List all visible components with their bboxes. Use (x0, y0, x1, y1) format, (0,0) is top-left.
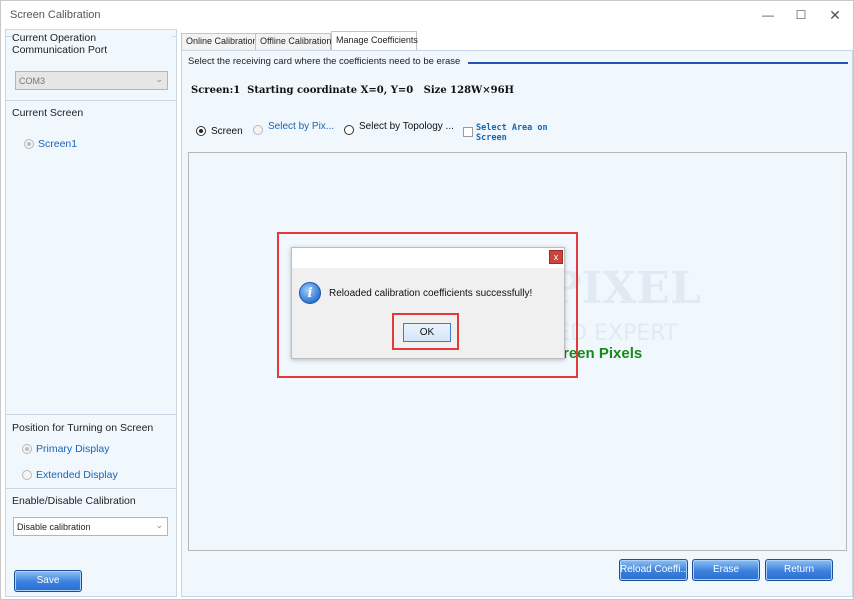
screen-option-label[interactable]: Screen (211, 126, 243, 137)
tab-online-calibration[interactable]: Online Calibration (181, 33, 258, 50)
chevron-down-icon: ⌄ (155, 74, 163, 84)
divider (6, 414, 176, 415)
position-label: Position for Turning on Screen (12, 422, 157, 434)
divider (6, 488, 176, 489)
screen-info: Screen:1 Starting coordinate X=0, Y=0 Si… (191, 85, 515, 96)
screen1-radio[interactable] (24, 139, 34, 149)
title-bar: Screen Calibration — ☐ ✕ (1, 1, 853, 29)
comm-port-label: Current Operation Communication Port (12, 32, 172, 56)
primary-display-label[interactable]: Primary Display (36, 443, 110, 455)
dialog-title-bar: x (292, 248, 564, 268)
info-icon: i (299, 282, 321, 304)
left-panel: Current Operation Communication Port COM… (5, 29, 177, 597)
minimize-icon[interactable]: — (754, 5, 782, 25)
save-button[interactable]: Save (14, 570, 82, 592)
legend-line (468, 62, 848, 64)
dialog-message: Reloaded calibration coefficients succes… (329, 288, 533, 299)
extended-display-radio[interactable] (22, 470, 32, 480)
maximize-icon[interactable]: ☐ (787, 5, 815, 25)
extended-display-label[interactable]: Extended Display (36, 469, 118, 481)
ok-highlight (392, 313, 459, 350)
select-by-pixel-radio[interactable] (253, 125, 263, 135)
screen-radio[interactable] (196, 126, 206, 136)
primary-display-radio[interactable] (22, 444, 32, 454)
tab-manage-coefficients[interactable]: Manage Coefficients (331, 31, 418, 50)
calibration-label: Enable/Disable Calibration (12, 495, 139, 507)
return-button[interactable]: Return (765, 559, 833, 581)
select-area-label[interactable]: Select Area on Screen (476, 123, 566, 143)
tab-offline-calibration[interactable]: Offline Calibration (255, 33, 331, 50)
select-by-topology-label[interactable]: Select by Topology ... (359, 121, 454, 132)
divider (6, 100, 176, 101)
receiving-card-legend: Select the receiving card where the coef… (188, 56, 461, 67)
close-icon[interactable]: ✕ (821, 5, 849, 25)
calibration-value: Disable calibration (17, 522, 91, 532)
select-by-topology-radio[interactable] (344, 125, 354, 135)
comm-port-select[interactable]: COM3 ⌄ (15, 71, 168, 90)
current-screen-label: Current Screen (12, 107, 87, 119)
select-by-pixel-label[interactable]: Select by Pix... (268, 121, 334, 132)
chevron-down-icon: ⌄ (155, 520, 163, 530)
calibration-select[interactable]: Disable calibration ⌄ (13, 517, 168, 536)
screen1-label[interactable]: Screen1 (38, 138, 77, 150)
erase-button[interactable]: Erase (692, 559, 760, 581)
select-area-checkbox[interactable] (463, 127, 473, 137)
reload-coefficients-button[interactable]: Reload Coeffi... (619, 559, 688, 581)
comm-port-value: COM3 (19, 76, 46, 86)
screen-calibration-window: Screen Calibration — ☐ ✕ Current Operati… (0, 0, 854, 600)
window-title: Screen Calibration (10, 9, 101, 21)
dialog-close-icon[interactable]: x (549, 250, 563, 264)
